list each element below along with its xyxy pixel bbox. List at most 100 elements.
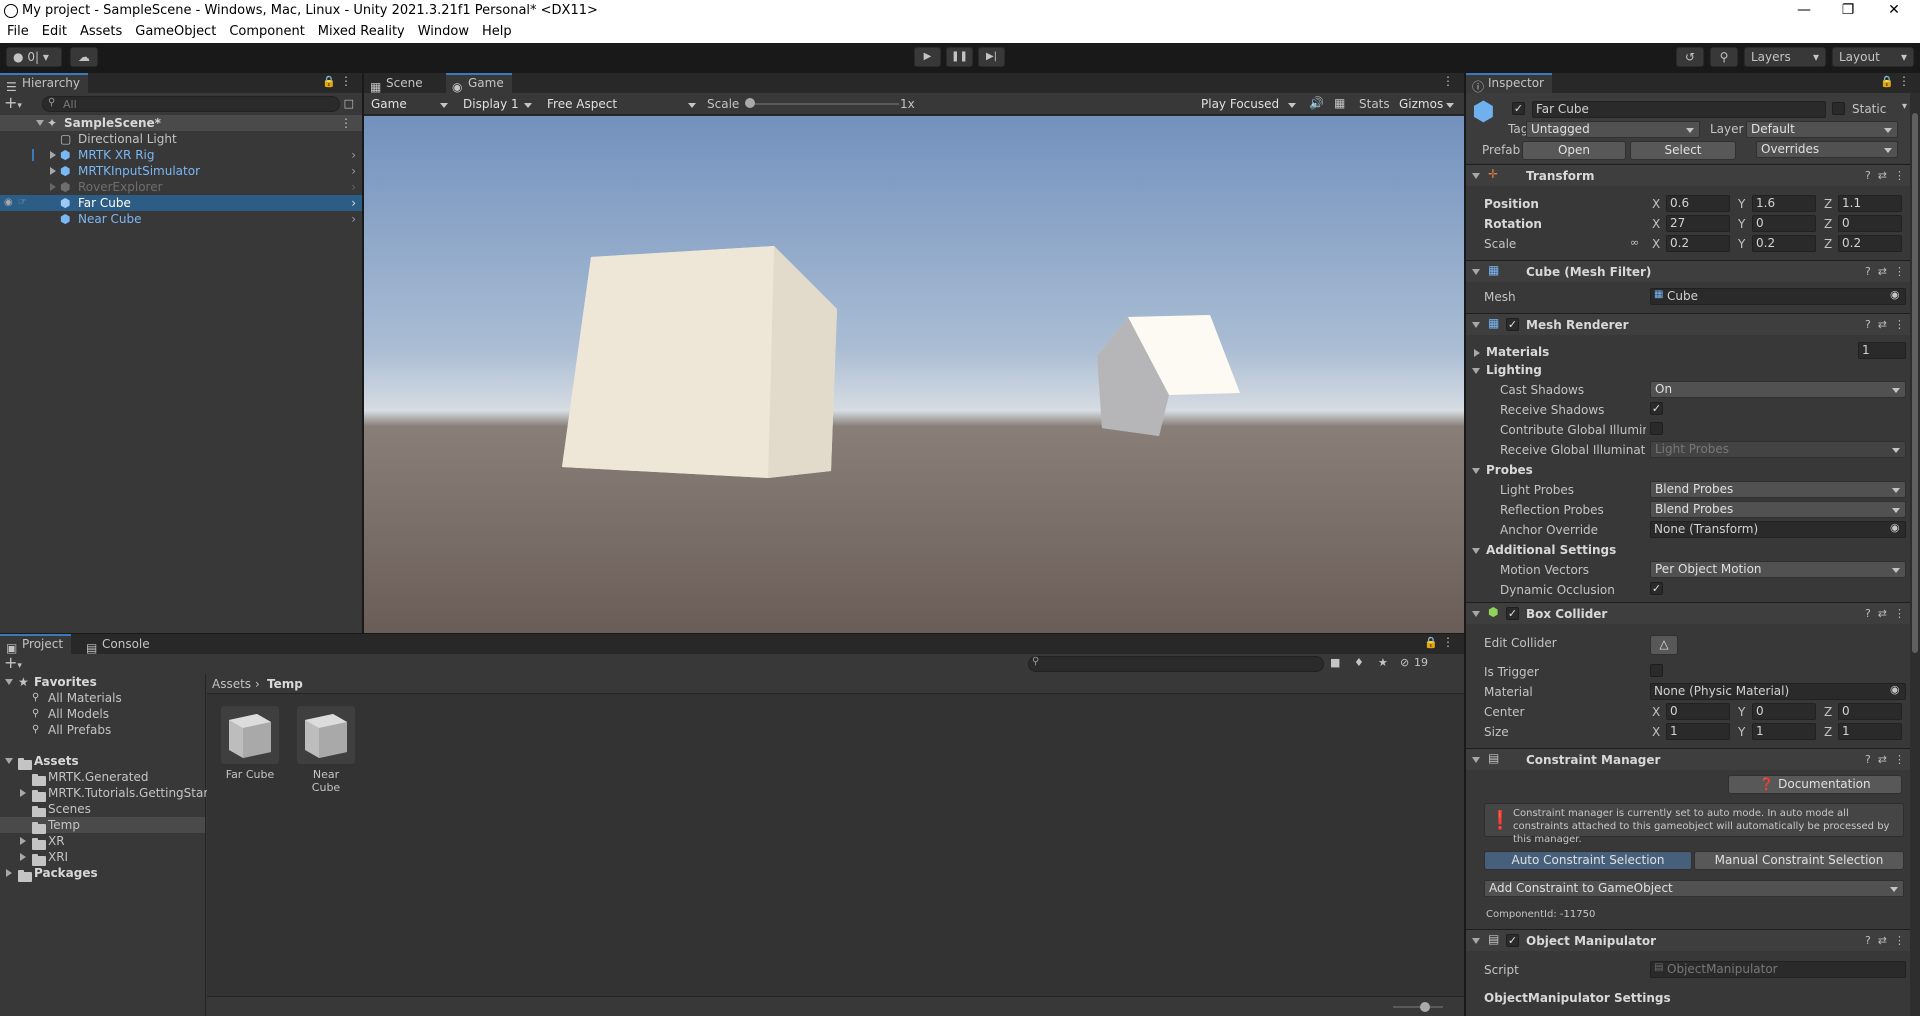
center-z-field[interactable]: 0 — [1838, 703, 1902, 720]
scale-slider[interactable] — [747, 103, 899, 105]
game-viewport[interactable] — [364, 116, 1464, 633]
asset-item[interactable]: Far Cube — [221, 706, 279, 786]
filter-icon[interactable]: □ — [344, 97, 354, 110]
menu-file[interactable]: File — [0, 22, 35, 39]
size-x-field[interactable]: 1 — [1666, 723, 1730, 740]
static-checkbox[interactable] — [1832, 102, 1845, 115]
collapse-icon[interactable] — [1472, 269, 1480, 275]
undo-history-button[interactable]: ↺ — [1676, 47, 1704, 67]
asset-item[interactable]: Near Cube — [297, 706, 355, 794]
hierarchy-item[interactable]: ⬢ Near Cube › — [0, 211, 362, 227]
chevron-right-icon[interactable]: › — [351, 211, 356, 227]
favorite-item[interactable]: ⚲ All Models — [0, 706, 205, 722]
folder-item-selected[interactable]: Temp — [0, 817, 205, 834]
prefab-overrides-dropdown[interactable]: Overrides — [1756, 141, 1898, 158]
visibility-icon[interactable]: ◉ — [4, 195, 13, 211]
reflection-probes-dropdown[interactable]: Blend Probes — [1650, 501, 1906, 518]
expand-icon[interactable] — [50, 151, 56, 159]
object-manipulator-enabled-checkbox[interactable]: ✓ — [1506, 934, 1519, 947]
object-active-checkbox[interactable]: ✓ — [1512, 102, 1525, 115]
menu-gameobject[interactable]: GameObject — [128, 22, 222, 39]
keyboard-shortcuts-icon[interactable]: ▦ — [1334, 96, 1345, 110]
manual-constraint-selection-button[interactable]: Manual Constraint Selection — [1694, 851, 1904, 870]
constraint-manager-header[interactable]: ▤ Constraint Manager ?⇄⋮ — [1466, 748, 1920, 770]
favorites-row[interactable]: ★ Favorites — [0, 674, 205, 690]
rotation-y-field[interactable]: 0 — [1752, 215, 1816, 232]
inspector-scrollbar-thumb[interactable] — [1912, 113, 1918, 653]
mute-audio-icon[interactable]: 🔊 — [1309, 96, 1324, 110]
collapse-icon[interactable] — [1472, 757, 1480, 763]
expand-icon[interactable] — [5, 758, 13, 764]
tab-console[interactable]: ▤ Console — [80, 634, 158, 655]
play-mode-dropdown[interactable]: Play Focused — [1196, 96, 1302, 113]
menu-window[interactable]: Window — [411, 22, 475, 39]
mesh-filter-header[interactable]: ▦ Cube (Mesh Filter) ?⇄⋮ — [1466, 260, 1920, 282]
layer-dropdown[interactable]: Default — [1746, 121, 1898, 138]
assets-row[interactable]: Assets — [0, 753, 205, 770]
expand-icon[interactable] — [20, 837, 26, 845]
pause-button[interactable]: ❚❚ — [946, 47, 973, 67]
position-z-field[interactable]: 1.1 — [1838, 195, 1902, 212]
folder-item[interactable]: XR — [0, 833, 205, 850]
object-picker-icon[interactable]: ◉ — [1890, 288, 1900, 301]
component-header-icons[interactable]: ?⇄⋮ — [1865, 265, 1912, 278]
tab-scene[interactable]: ▦ Scene — [364, 73, 431, 94]
expand-icon[interactable] — [36, 120, 44, 126]
hierarchy-item-selected[interactable]: ◉ ☞ ⬢ Far Cube › — [0, 195, 362, 211]
expand-icon[interactable] — [20, 853, 26, 861]
folder-item[interactable]: Scenes — [0, 801, 205, 818]
transform-header[interactable]: ✛ Transform ?⇄⋮ — [1466, 164, 1920, 186]
chevron-down-icon[interactable]: ▾ — [1902, 101, 1907, 112]
collapse-icon[interactable] — [1472, 173, 1480, 179]
light-probes-dropdown[interactable]: Blend Probes — [1650, 481, 1906, 498]
lock-icon[interactable]: 🔒 — [1880, 75, 1894, 88]
box-collider-enabled-checkbox[interactable]: ✓ — [1506, 607, 1519, 620]
component-header-icons[interactable]: ?⇄⋮ — [1865, 169, 1912, 182]
thumbnail-size-slider[interactable] — [1393, 1006, 1443, 1008]
hidden-packages-icon[interactable]: ⊘ — [1400, 656, 1409, 669]
collapse-icon[interactable] — [1472, 938, 1480, 944]
expand-icon[interactable] — [6, 869, 12, 877]
create-button[interactable]: +▾ — [4, 94, 28, 112]
tab-project[interactable]: ▣ Project — [0, 634, 72, 655]
component-header-icons[interactable]: ?⇄⋮ — [1865, 753, 1912, 766]
edit-collider-button[interactable]: △ — [1650, 635, 1678, 655]
hierarchy-search-input[interactable]: All — [42, 96, 340, 112]
minimize-button[interactable]: — — [1782, 0, 1826, 22]
rotation-x-field[interactable]: 27 — [1666, 215, 1730, 232]
chevron-right-icon[interactable]: › — [351, 179, 356, 195]
breadcrumb-assets[interactable]: Assets — [212, 677, 251, 691]
folder-item[interactable]: MRTK.Generated — [0, 769, 205, 786]
packages-row[interactable]: Packages — [0, 865, 205, 882]
lock-icon[interactable]: 🔒 — [1424, 636, 1438, 649]
pickable-icon[interactable]: ☞ — [18, 195, 27, 211]
maximize-button[interactable]: ❐ — [1826, 0, 1870, 22]
mesh-renderer-enabled-checkbox[interactable]: ✓ — [1506, 318, 1519, 331]
kebab-menu-icon[interactable]: ⋮ — [340, 115, 352, 131]
materials-count-field[interactable]: 1 — [1858, 342, 1906, 359]
folder-item[interactable]: XRI — [0, 849, 205, 866]
step-button[interactable]: ▶| — [978, 47, 1005, 67]
component-header-icons[interactable]: ?⇄⋮ — [1865, 318, 1912, 331]
expand-icon[interactable] — [5, 679, 13, 685]
display-dropdown[interactable]: Display 1 — [458, 96, 538, 113]
constrain-proportions-icon[interactable]: ∞ — [1630, 236, 1639, 249]
menu-mixed-reality[interactable]: Mixed Reality — [311, 22, 411, 39]
play-button[interactable]: ▶ — [914, 47, 941, 67]
search-by-type-icon[interactable]: ■ — [1330, 656, 1340, 669]
menu-component[interactable]: Component — [222, 22, 310, 39]
size-y-field[interactable]: 1 — [1752, 723, 1816, 740]
expand-icon[interactable] — [20, 789, 26, 797]
scale-z-field[interactable]: 0.2 — [1838, 235, 1902, 252]
tab-hierarchy[interactable]: ☰ Hierarchy — [0, 73, 89, 94]
layout-dropdown[interactable]: Layout ▾ — [1832, 47, 1914, 67]
tab-game[interactable]: ◉ Game — [446, 73, 512, 94]
prefab-select-button[interactable]: Select — [1630, 141, 1736, 160]
anchor-override-field[interactable]: None (Transform) — [1650, 521, 1906, 538]
scale-y-field[interactable]: 0.2 — [1752, 235, 1816, 252]
stats-button[interactable]: Stats — [1359, 97, 1390, 111]
scene-row[interactable]: ✦ SampleScene* ⋮ — [0, 115, 362, 131]
prefab-open-button[interactable]: Open — [1522, 141, 1626, 160]
add-constraint-dropdown[interactable]: Add Constraint to GameObject — [1484, 880, 1904, 897]
create-asset-button[interactable]: +▾ — [4, 654, 28, 672]
